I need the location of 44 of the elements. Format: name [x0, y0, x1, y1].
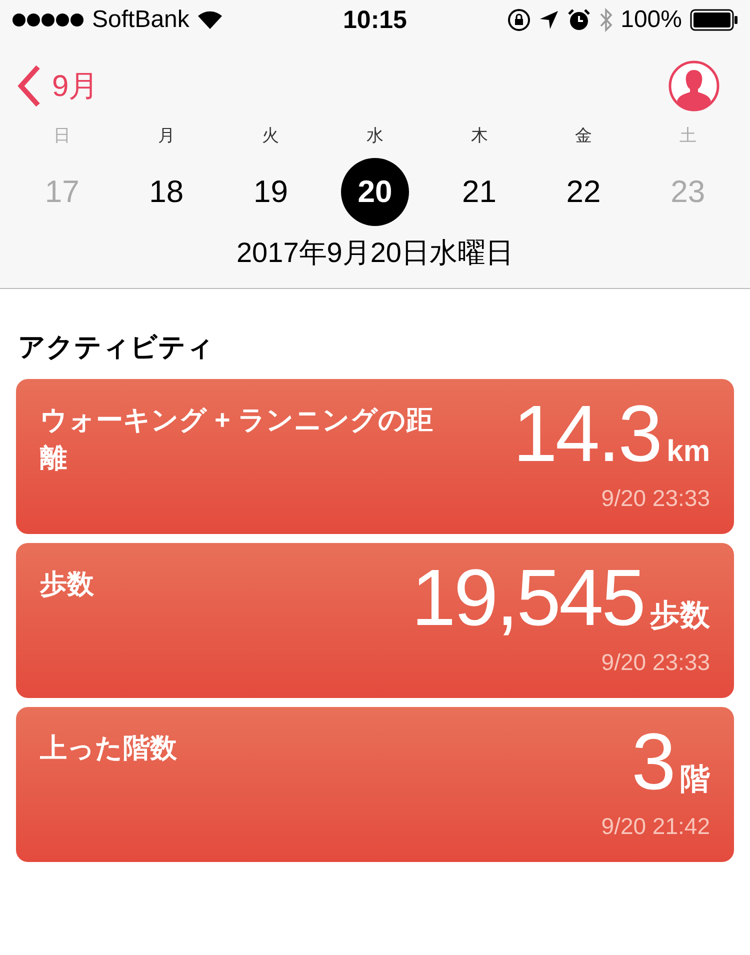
card-title: ウォーキング + ランニングの距離: [40, 404, 434, 475]
metric-value: 14.3: [512, 389, 661, 479]
metric-unit: 歩数: [650, 598, 710, 634]
full-date: 2017年9月20日水曜日: [235, 236, 514, 270]
location-icon: [538, 10, 559, 30]
day-number[interactable]: 23: [654, 158, 722, 226]
weekday-label: 水: [366, 125, 384, 147]
day-number[interactable]: 20: [340, 158, 409, 226]
status-time: 10:15: [343, 6, 407, 34]
weekday-label: 木: [470, 125, 488, 147]
timestamp: 9/20 21:42: [601, 813, 710, 840]
weekday-label: 金: [575, 125, 592, 147]
back-button[interactable]: 9月: [16, 64, 99, 108]
weekday-label: 日: [54, 125, 71, 147]
carrier-name: SoftBank: [92, 6, 190, 34]
metric-unit: 階: [680, 762, 710, 798]
metric-value: 19,545: [411, 553, 644, 643]
weekday-label: 土: [679, 125, 696, 147]
card-title: 歩数: [40, 568, 95, 601]
day-number[interactable]: 18: [132, 158, 200, 226]
profile-icon[interactable]: [668, 60, 720, 112]
wifi-icon: [197, 10, 224, 30]
chevron-left-icon: [16, 64, 42, 108]
signal-icon: [12, 13, 84, 27]
activity-card[interactable]: 歩数 19,545 歩数 9/20 23:33: [16, 543, 734, 698]
activity-card[interactable]: 上った階数 3 階 9/20 21:42: [16, 707, 734, 862]
rotation-lock-icon: [506, 8, 531, 32]
weekday-label: 火: [262, 125, 280, 147]
weekday-label: 月: [158, 125, 175, 147]
day-number[interactable]: 17: [28, 158, 96, 226]
section-title: アクティビティ: [17, 331, 215, 364]
battery-percent: 100%: [620, 6, 682, 34]
timestamp: 9/20 23:33: [601, 649, 710, 676]
activity-card[interactable]: ウォーキング + ランニングの距離 14.3 km 9/20 23:33: [16, 379, 734, 534]
metric-value: 3: [632, 717, 674, 807]
battery-icon: [690, 9, 738, 31]
alarm-icon: [566, 8, 591, 32]
bluetooth-icon: [598, 7, 613, 33]
day-number[interactable]: 21: [445, 158, 514, 226]
timestamp: 9/20 23:33: [601, 485, 710, 512]
metric-unit: km: [666, 435, 710, 469]
day-number[interactable]: 22: [550, 158, 618, 226]
card-title: 上った階数: [40, 732, 178, 765]
day-number[interactable]: 19: [236, 158, 305, 226]
